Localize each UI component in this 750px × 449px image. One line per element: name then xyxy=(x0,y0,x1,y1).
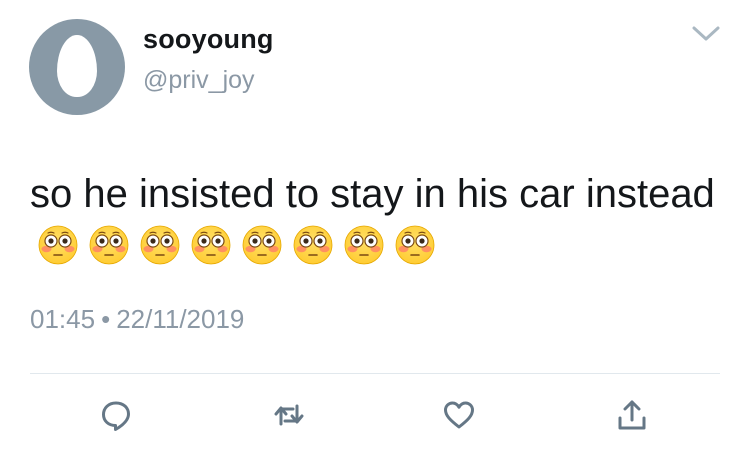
tweet-text: so he insisted to stay in his car instea… xyxy=(30,168,720,278)
flushed-face-emoji xyxy=(89,225,129,265)
heart-icon xyxy=(442,398,476,432)
tweet-time: 01:45 xyxy=(30,304,96,334)
chevron-down-icon[interactable] xyxy=(690,22,722,46)
flushed-face-emoji xyxy=(38,225,78,265)
tweet-card: sooyoung @priv_joy so he insisted to sta… xyxy=(0,0,750,449)
avatar[interactable] xyxy=(29,19,125,115)
retweet-button[interactable] xyxy=(272,398,306,432)
flushed-face-emoji xyxy=(344,225,384,265)
emoji-row xyxy=(38,225,446,278)
flushed-face-emoji xyxy=(293,225,333,265)
tweet-body: so he insisted to stay in his car instea… xyxy=(30,172,715,216)
reply-button[interactable] xyxy=(99,398,133,432)
divider xyxy=(30,373,720,374)
flushed-face-emoji xyxy=(140,225,180,265)
like-button[interactable] xyxy=(442,398,476,432)
flushed-face-emoji xyxy=(191,225,231,265)
share-button[interactable] xyxy=(615,398,649,432)
tweet-date: 22/11/2019 xyxy=(116,304,245,334)
share-icon xyxy=(615,398,649,432)
egg-icon xyxy=(57,35,97,97)
timestamp[interactable]: 01:45 • 22/11/2019 xyxy=(30,304,244,335)
timestamp-separator: • xyxy=(101,304,111,334)
display-name[interactable]: sooyoung xyxy=(143,24,274,55)
user-handle[interactable]: @priv_joy xyxy=(143,66,255,95)
reply-icon xyxy=(99,398,133,432)
flushed-face-emoji xyxy=(242,225,282,265)
retweet-icon xyxy=(272,398,306,432)
flushed-face-emoji xyxy=(395,225,435,265)
